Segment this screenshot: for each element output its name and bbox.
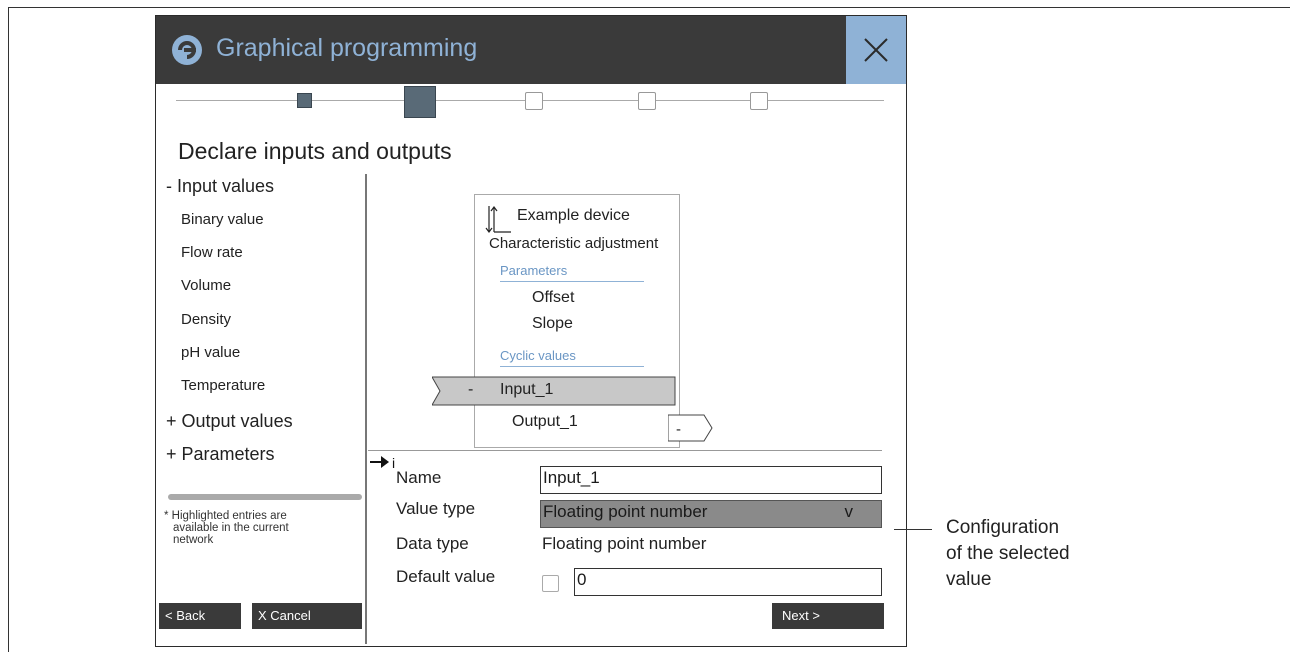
value-type-select[interactable]: Floating point number v <box>540 500 882 528</box>
highlight-note: * Highlighted entries are available in t… <box>164 510 354 546</box>
name-field[interactable]: Input_1 <box>540 466 882 494</box>
device-name: Example device <box>517 207 630 224</box>
tree-item-ph-value[interactable]: pH value <box>181 344 240 361</box>
tree-item-temperature[interactable]: Temperature <box>181 377 265 394</box>
tree-group-output-values[interactable]: + Output values <box>166 411 293 432</box>
default-value-checkbox[interactable] <box>542 575 559 592</box>
device-block[interactable]: Example device Characteristic adjustment… <box>474 194 680 448</box>
callout-line <box>894 529 932 530</box>
param-slope[interactable]: Slope <box>532 315 573 333</box>
frame-left-border <box>8 7 9 652</box>
default-value-label: Default value <box>396 567 496 586</box>
note-line-3: network <box>173 534 214 546</box>
note-line-2: available in the current <box>173 522 289 534</box>
note-line-1: * Highlighted entries are <box>164 510 287 522</box>
step-4-todo <box>638 92 656 110</box>
param-offset[interactable]: Offset <box>532 289 574 307</box>
callout-line-3: value <box>946 569 992 590</box>
cancel-button[interactable]: X Cancel <box>252 603 362 629</box>
input-dash: - <box>468 381 474 398</box>
frame-top-border <box>8 7 1290 8</box>
step-1-done <box>297 93 312 108</box>
output-dash: - <box>676 421 681 438</box>
tree-item-binary-value[interactable]: Binary value <box>181 211 264 228</box>
dialog-window: Graphical programming Declare inputs and… <box>155 15 907 647</box>
callout-line-1: Configuration <box>946 517 1060 538</box>
tree-item-density[interactable]: Density <box>181 311 231 328</box>
info-marker: i <box>392 455 395 471</box>
device-function: Characteristic adjustment <box>489 235 659 252</box>
tree-group-input-values[interactable]: - Input values <box>166 176 274 197</box>
input-connector-row[interactable]: - Input_1 <box>432 376 676 406</box>
panel-divider <box>365 174 367 644</box>
window-title: Graphical programming <box>216 34 478 62</box>
title-bar: Graphical programming <box>156 16 906 84</box>
output-connector-shape[interactable]: - <box>668 414 714 442</box>
page-heading: Declare inputs and outputs <box>178 138 452 164</box>
tree-item-volume[interactable]: Volume <box>181 277 231 294</box>
sidebar-scrollbar[interactable] <box>168 494 362 500</box>
progress-stepper <box>156 86 906 118</box>
data-type-label: Data type <box>396 534 469 553</box>
chevron-down-icon: v <box>844 502 854 521</box>
close-button[interactable] <box>846 16 906 84</box>
parameters-section-label: Parameters <box>500 263 568 278</box>
step-3-todo <box>525 92 543 110</box>
close-icon <box>864 38 888 62</box>
app-logo-icon <box>172 35 202 65</box>
callout-text: Configuration of the selected value <box>946 515 1146 593</box>
parameters-section-line <box>500 281 644 282</box>
config-divider <box>368 450 882 451</box>
data-type-value: Floating point number <box>542 534 707 553</box>
tree-item-flow-rate[interactable]: Flow rate <box>181 244 243 261</box>
step-2-current <box>404 86 436 118</box>
back-button[interactable]: < Back <box>159 603 241 629</box>
device-arrows-icon <box>485 206 511 233</box>
tree-group-parameters[interactable]: + Parameters <box>166 444 275 465</box>
default-value-field[interactable]: 0 <box>574 568 882 596</box>
name-label: Name <box>396 468 442 487</box>
next-button[interactable]: Next > <box>772 603 884 629</box>
callout-line-2: of the selected <box>946 543 1070 564</box>
output-label[interactable]: Output_1 <box>512 413 578 431</box>
value-type-label: Value type <box>396 499 476 518</box>
cyclic-section-line <box>500 366 644 367</box>
step-5-todo <box>750 92 768 110</box>
value-type-value: Floating point number <box>543 502 708 521</box>
input-label: Input_1 <box>500 381 554 398</box>
cyclic-section-label: Cyclic values <box>500 348 576 363</box>
